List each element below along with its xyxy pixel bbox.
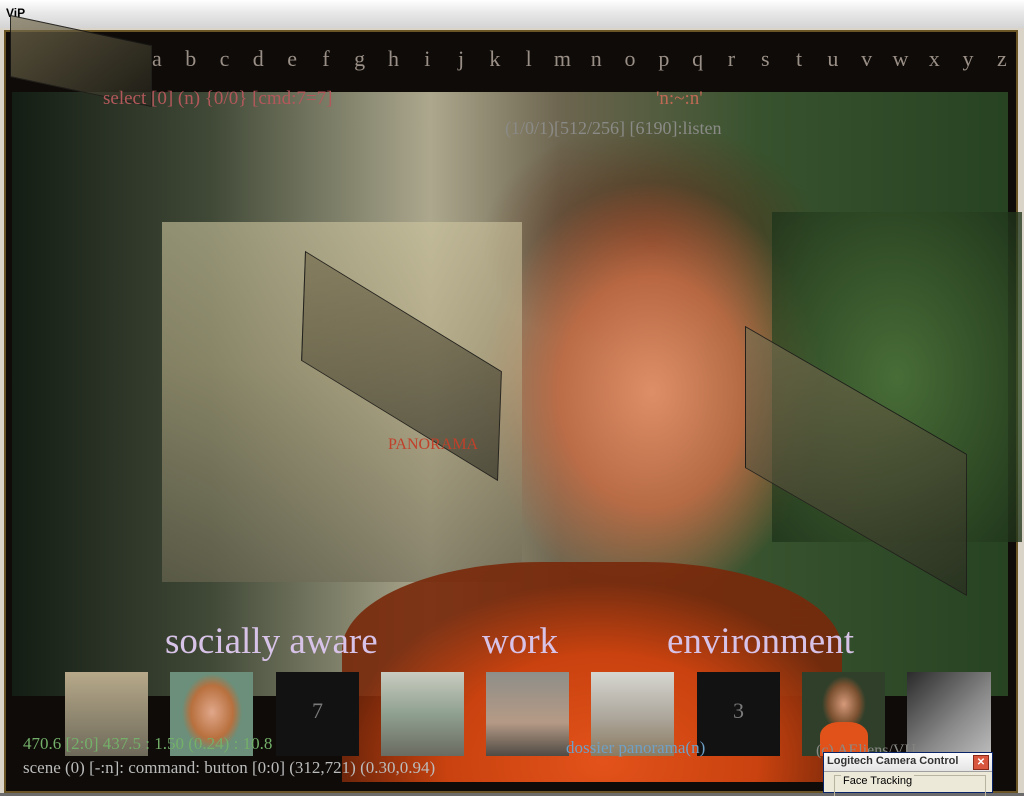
letter-y[interactable]: y — [951, 46, 985, 76]
letter-o[interactable]: o — [613, 46, 647, 76]
letter-r[interactable]: r — [715, 46, 749, 76]
letter-j[interactable]: j — [444, 46, 478, 76]
letter-g[interactable]: g — [343, 46, 377, 76]
letter-h[interactable]: h — [377, 46, 411, 76]
letter-u[interactable]: u — [816, 46, 850, 76]
select-status: select [0] (n) {0/0} [cmd:7=7] — [103, 88, 333, 109]
thumb-number-3[interactable]: 3 — [697, 672, 780, 756]
letter-l[interactable]: l — [512, 46, 546, 76]
face-tracking-label: Face Tracking — [841, 775, 915, 787]
letter-m[interactable]: m — [546, 46, 580, 76]
letter-n[interactable]: n — [579, 46, 613, 76]
letter-k[interactable]: k — [478, 46, 512, 76]
letter-s[interactable]: s — [748, 46, 782, 76]
letter-q[interactable]: q — [681, 46, 715, 76]
letter-t[interactable]: t — [782, 46, 816, 76]
letter-a[interactable]: a — [140, 46, 174, 76]
thumb-number: 7 — [312, 698, 323, 723]
phrase-word-3: environment — [667, 621, 855, 662]
thumb-photo-right[interactable] — [907, 672, 991, 756]
panorama-label: PANORAMA — [388, 436, 479, 453]
mode-status: 'n:~:n' — [656, 88, 703, 109]
letter-w[interactable]: w — [884, 46, 918, 76]
letter-d[interactable]: d — [241, 46, 275, 76]
coords-readout: 470.6 [2:0] 437.5 : 1.50 (0.24) : 10.8 — [23, 734, 273, 753]
thumb-number-7[interactable]: 7 — [276, 672, 359, 756]
dialog-title: Logitech Camera Control — [827, 755, 959, 767]
letter-e[interactable]: e — [275, 46, 309, 76]
letter-x[interactable]: x — [917, 46, 951, 76]
phrase-word-1: socially aware — [165, 621, 378, 662]
thumb-number: 3 — [733, 698, 744, 723]
letter-c[interactable]: c — [208, 46, 242, 76]
window-titlebar: ViP — [0, 0, 1024, 29]
scene-status: scene (0) [-:n]: command: button [0:0] (… — [23, 758, 436, 777]
dossier-label: dossier panorama(n) — [566, 738, 706, 757]
thumb-cafeteria[interactable] — [486, 672, 569, 756]
letter-v[interactable]: v — [850, 46, 884, 76]
letter-p[interactable]: p — [647, 46, 681, 76]
letter-f[interactable]: f — [309, 46, 343, 76]
letter-b[interactable]: b — [174, 46, 208, 76]
alphabet-strip: abcdefghijklmnopqrstuvwxyz — [140, 46, 1020, 76]
dialog-titlebar[interactable]: Logitech Camera Control — [824, 753, 992, 772]
close-icon[interactable]: ✕ — [973, 755, 989, 770]
thumb-bus-stop[interactable] — [381, 672, 464, 756]
logitech-dialog: Logitech Camera Control ✕ Face Tracking — [823, 752, 993, 796]
letter-z[interactable]: z — [985, 46, 1019, 76]
listen-status: (1/0/1)[512/256] [6190]:listen — [505, 118, 722, 138]
letter-i[interactable]: i — [410, 46, 444, 76]
phrase-word-2: work — [482, 621, 559, 662]
